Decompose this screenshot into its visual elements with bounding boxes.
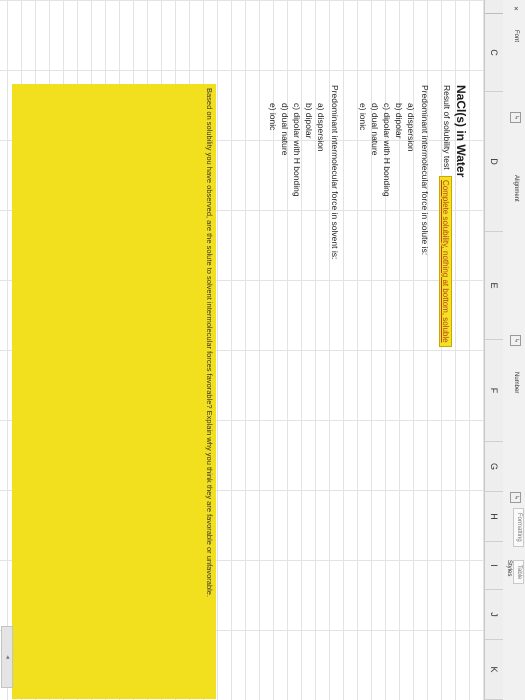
column-header-k[interactable]: K <box>485 640 503 700</box>
solute-option[interactable]: b) dipolar <box>394 103 404 138</box>
solvent-option[interactable]: b) dipolar <box>304 103 314 138</box>
font-group-label: Font <box>513 30 519 43</box>
spreadsheet-window: ✕ Font ↳ Alignment ↳ Number ↳ Formatting… <box>0 0 525 700</box>
solvent-option[interactable]: e) ionic <box>268 103 278 130</box>
solute-option[interactable]: c) dipolar with H bonding <box>382 103 392 197</box>
solute-option[interactable]: d) dual nature <box>370 103 380 155</box>
number-dialog-launcher-icon[interactable]: ↳ <box>510 492 521 503</box>
column-header-e[interactable]: E <box>485 232 503 340</box>
table-chip[interactable]: Table <box>513 560 524 585</box>
ribbon: ✕ Font ↳ Alignment ↳ Number ↳ Formatting… <box>502 0 525 700</box>
solvent-option[interactable]: a) dispersion <box>316 103 326 152</box>
answer-prompt: Based on solubility you have observed, a… <box>205 88 214 598</box>
column-header-bar: C D E F G H I J K <box>484 0 503 700</box>
number-group-label: Number <box>513 372 519 394</box>
solute-option[interactable]: a) dispersion <box>406 103 416 152</box>
select-all-corner[interactable] <box>485 0 503 14</box>
solvent-option[interactable]: c) dipolar with H bonding <box>292 103 302 197</box>
column-header-d[interactable]: D <box>485 92 503 232</box>
column-header-f[interactable]: F <box>485 340 503 442</box>
result-note[interactable]: Complete solubility, nothing at bottom, … <box>439 176 452 347</box>
formatting-chip[interactable]: Formatting <box>513 508 524 547</box>
column-header-h[interactable]: H <box>485 492 503 542</box>
column-header-c[interactable]: C <box>485 14 503 92</box>
horizontal-scroll-left-icon[interactable]: ◂ <box>1 626 13 688</box>
corner-close-icon[interactable]: ✕ <box>512 6 519 11</box>
solvent-option[interactable]: d) dual nature <box>280 103 290 155</box>
column-header-j[interactable]: J <box>485 590 503 640</box>
solute-question[interactable]: Predominant intermolecular force in solu… <box>420 85 430 255</box>
sheet-title[interactable]: NaCl(s) in Water <box>454 85 468 177</box>
alignment-group-label: Alignment <box>513 175 519 202</box>
alignment-dialog-launcher-icon[interactable]: ↳ <box>510 335 521 346</box>
column-header-i[interactable]: I <box>485 542 503 590</box>
sheet-subtitle[interactable]: Result of solubility test <box>442 85 452 170</box>
font-dialog-launcher-icon[interactable]: ↳ <box>510 112 521 123</box>
answer-area[interactable] <box>12 84 216 699</box>
solute-option[interactable]: e) ionic <box>358 103 368 130</box>
solvent-question[interactable]: Predominant intermolecular force in solv… <box>330 85 340 259</box>
column-header-g[interactable]: G <box>485 442 503 492</box>
styles-group-label: Styles <box>506 560 512 577</box>
